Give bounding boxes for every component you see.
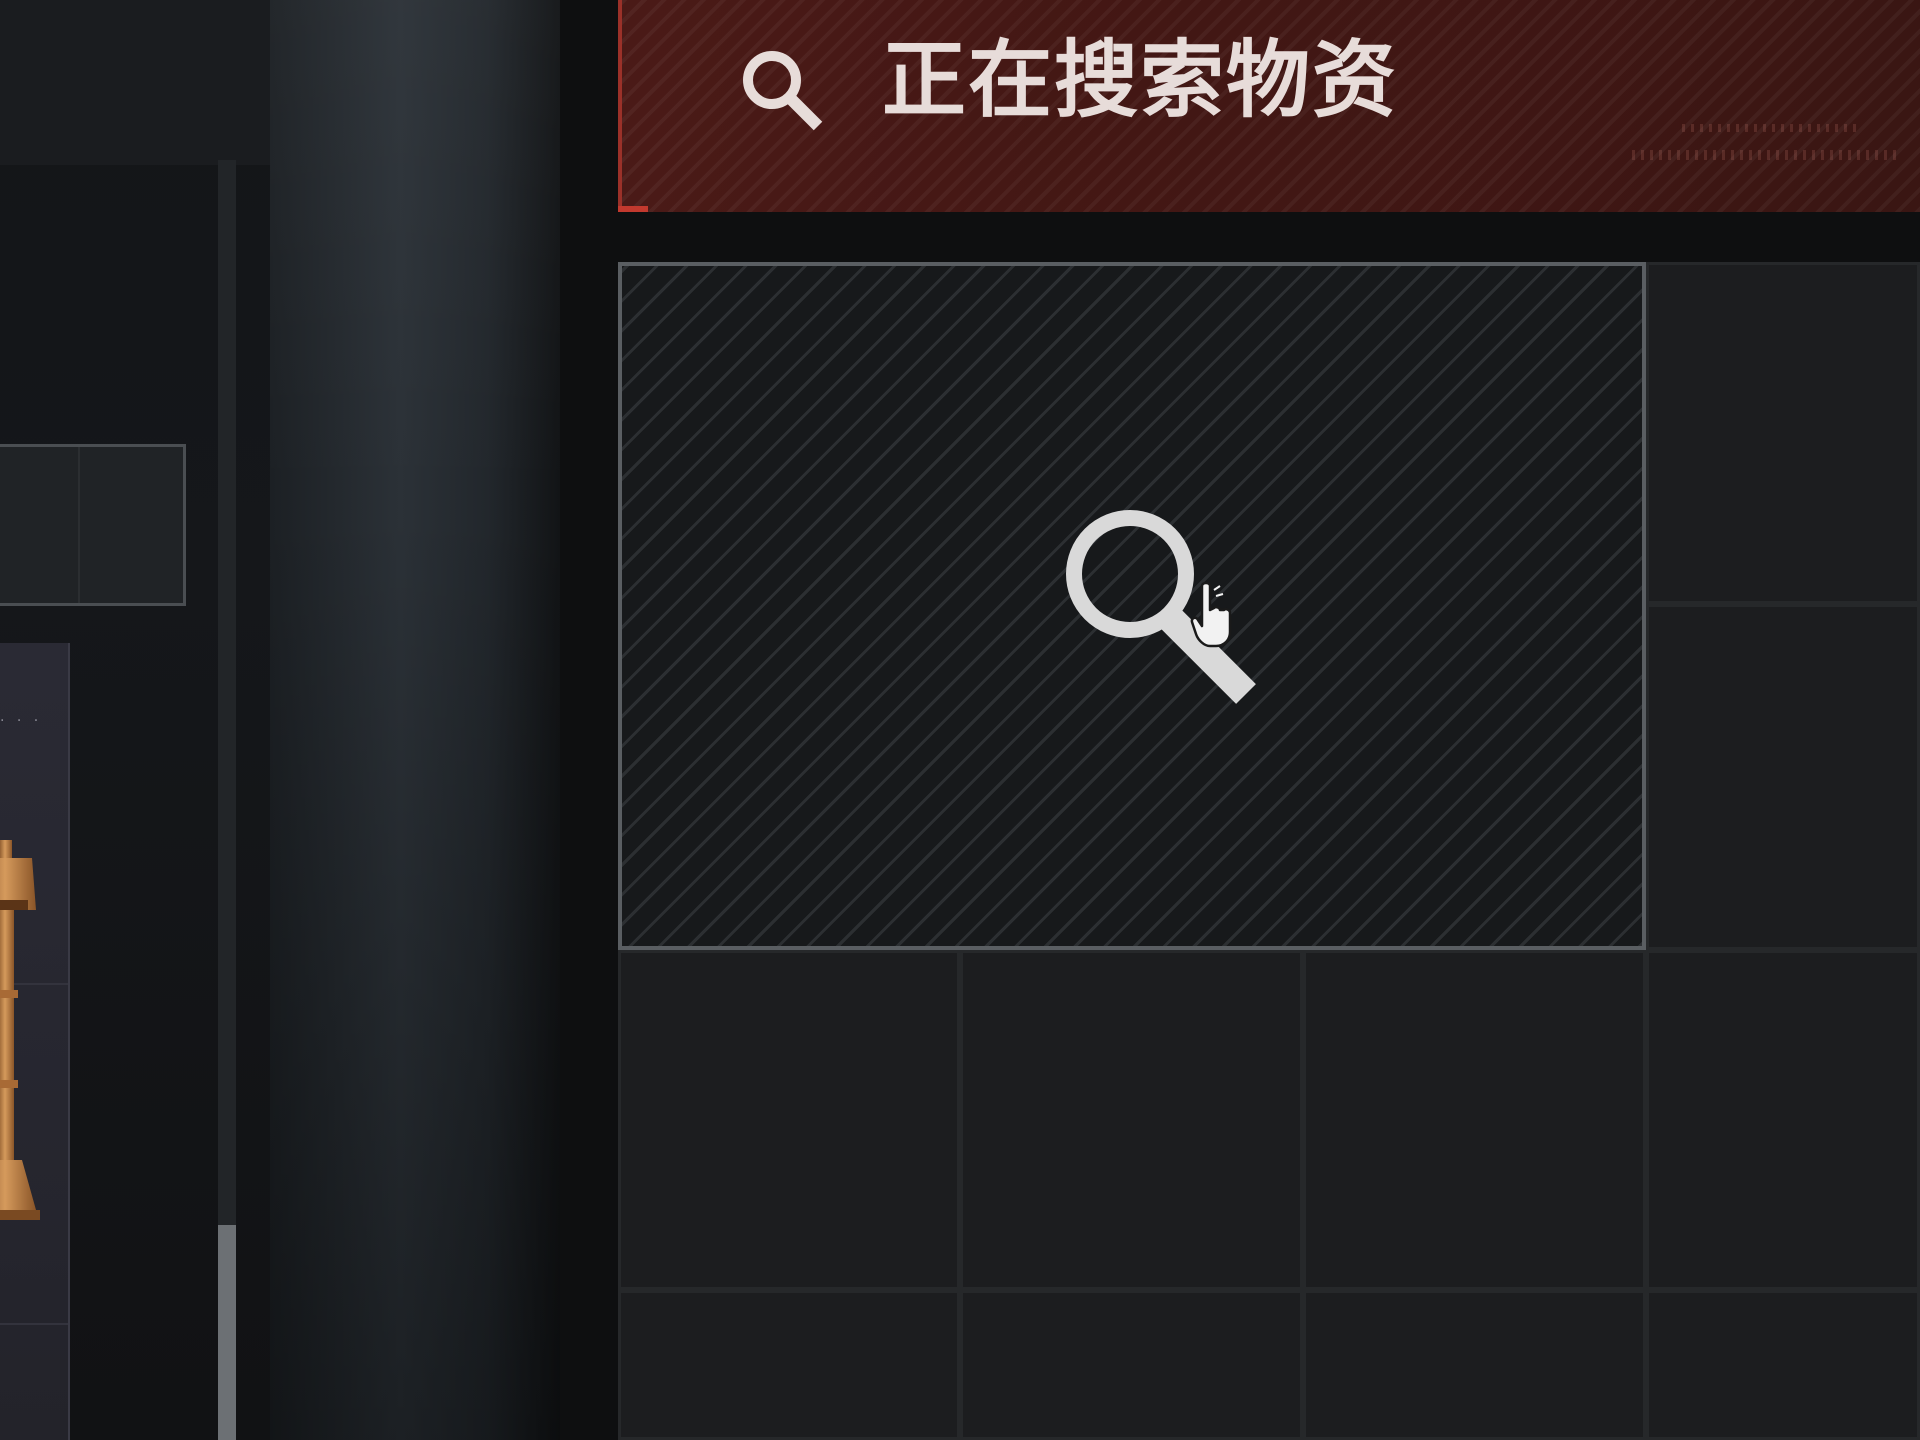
banner-decoration xyxy=(1682,124,1862,132)
item-card-dots: · · · xyxy=(0,713,43,729)
loot-grid-cell[interactable] xyxy=(1646,604,1920,950)
banner-corner-mark xyxy=(618,206,648,212)
search-status-banner: 正在搜索物资 xyxy=(618,0,1920,212)
loot-grid-cell[interactable] xyxy=(1646,262,1920,604)
inventory-header-strip xyxy=(0,0,270,165)
search-icon xyxy=(743,51,823,131)
loot-grid-cell[interactable] xyxy=(1646,950,1920,1290)
loot-grid-cell[interactable] xyxy=(960,1290,1303,1440)
equipment-slot[interactable] xyxy=(0,444,186,606)
loot-grid-cell[interactable] xyxy=(618,1290,960,1440)
loot-grid-cell[interactable] xyxy=(1303,950,1646,1290)
inventory-scrollbar-thumb[interactable] xyxy=(218,1225,236,1440)
loot-grid-cell[interactable] xyxy=(1303,1290,1646,1440)
lamp-artifact-icon xyxy=(0,840,40,1220)
search-status-title: 正在搜索物资 xyxy=(882,31,1399,129)
banner-decoration xyxy=(1632,150,1902,160)
player-inventory-panel: · · · xyxy=(0,0,270,1440)
loot-grid-cell[interactable] xyxy=(960,950,1303,1290)
pointer-hand-icon xyxy=(1190,581,1232,648)
item-card-divider xyxy=(0,1323,68,1325)
panel-gutter-shade xyxy=(270,0,560,1440)
loot-grid-cell[interactable] xyxy=(1646,1290,1920,1440)
game-inventory-screen: · · · 正在搜索物资 xyxy=(0,0,1920,1440)
slot-divider xyxy=(78,447,80,603)
loot-grid-cell[interactable] xyxy=(618,950,960,1290)
